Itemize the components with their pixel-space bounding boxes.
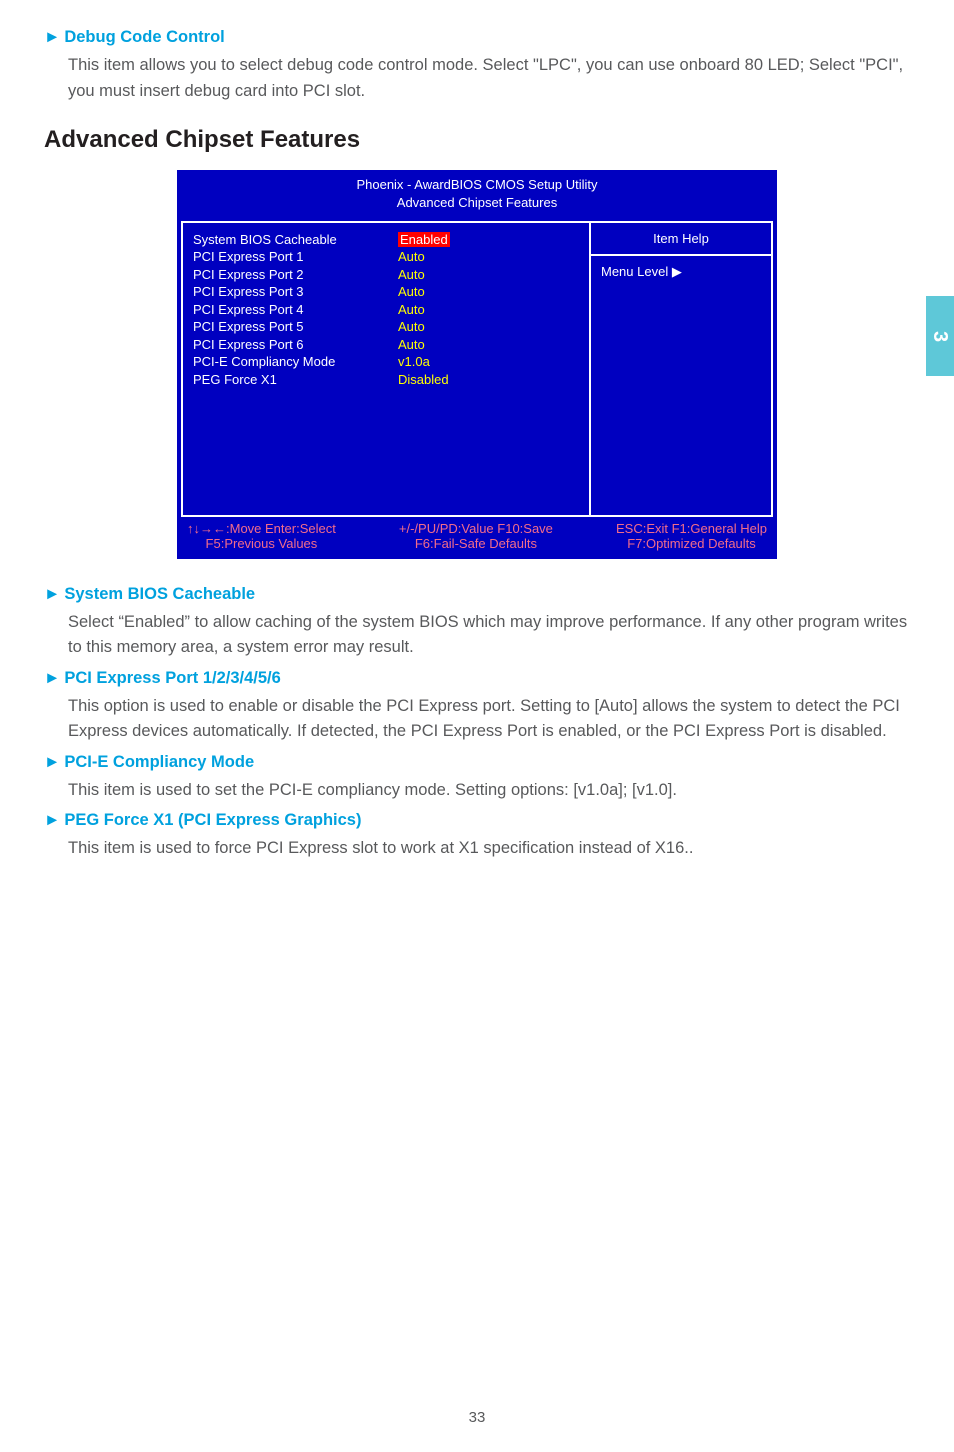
body-peg-force-x1: This item is used to force PCI Express s… [68,836,910,862]
heading-text: PCI-E Compliancy Mode [64,753,254,771]
bios-row-label: PCI Express Port 5 [193,318,398,336]
bios-row-value: v1.0a [398,353,430,371]
bios-right-panel: Item Help Menu Level ▶ [591,223,771,515]
bios-row-label: PCI Express Port 1 [193,248,398,266]
bios-row: PCI Express Port 1 Auto [193,248,579,266]
bios-row-label: System BIOS Cacheable [193,231,398,249]
heading-text: Debug Code Control [64,28,224,46]
bios-footer-text: ↑↓→←:Move Enter:Select [187,521,336,536]
bios-row-value: Auto [398,266,425,284]
bios-footer-text: ESC:Exit F1:General Help [616,521,767,536]
side-chapter-number: 3 [929,330,952,341]
bios-row-value: Auto [398,336,425,354]
bios-row-value: Disabled [398,371,449,389]
bios-footer-text: F5:Previous Values [187,536,336,551]
bios-title-line1: Phoenix - AwardBIOS CMOS Setup Utility [181,176,773,194]
bios-row-value: Enabled [398,231,450,249]
bios-row-label: PCI Express Port 4 [193,301,398,319]
bios-row-label: PCI Express Port 3 [193,283,398,301]
bios-row: PCI-E Compliancy Mode v1.0a [193,353,579,371]
heading-debug-code-control: ►Debug Code Control [44,28,910,47]
bios-left-panel: System BIOS Cacheable Enabled PCI Expres… [183,223,591,515]
heading-text: PCI Express Port 1/2/3/4/5/6 [64,669,280,687]
bios-footer: ↑↓→←:Move Enter:Select F5:Previous Value… [181,517,773,559]
bios-row: PCI Express Port 4 Auto [193,301,579,319]
body-pcie-compliancy: This item is used to set the PCI-E compl… [68,778,910,804]
side-chapter-tab: 3 [926,296,954,376]
bios-row: System BIOS Cacheable Enabled [193,231,579,249]
heading-pcie-compliancy: ►PCI-E Compliancy Mode [44,753,910,772]
bios-row: PCI Express Port 5 Auto [193,318,579,336]
bios-screenshot: Phoenix - AwardBIOS CMOS Setup Utility A… [177,170,777,558]
heading-system-bios-cacheable: ►System BIOS Cacheable [44,585,910,604]
bios-body: System BIOS Cacheable Enabled PCI Expres… [181,221,773,517]
bios-row-value: Auto [398,301,425,319]
bios-footer-text: +/-/PU/PD:Value F10:Save [399,521,553,536]
bios-footer-col: +/-/PU/PD:Value F10:Save F6:Fail-Safe De… [399,521,553,551]
bios-row: PEG Force X1 Disabled [193,371,579,389]
arrow-icon: ► [44,811,60,829]
body-pci-express-port: This option is used to enable or disable… [68,694,910,745]
arrow-icon: ► [44,669,60,687]
page-title: Advanced Chipset Features [44,126,910,154]
arrow-icon: ► [44,585,60,603]
bios-footer-text: F6:Fail-Safe Defaults [399,536,553,551]
bios-row-label: PEG Force X1 [193,371,398,389]
arrow-icon: ► [44,753,60,771]
bios-row-value: Auto [398,283,425,301]
heading-text: System BIOS Cacheable [64,585,255,603]
page-number: 33 [0,1409,954,1426]
bios-title-line2: Advanced Chipset Features [181,194,773,212]
bios-row: PCI Express Port 6 Auto [193,336,579,354]
bios-row-value: Auto [398,318,425,336]
body-system-bios-cacheable: Select “Enabled” to allow caching of the… [68,610,910,661]
arrow-icon: ► [44,28,60,46]
bios-row: PCI Express Port 3 Auto [193,283,579,301]
bios-row-value: Auto [398,248,425,266]
heading-text: PEG Force X1 (PCI Express Graphics) [64,811,361,829]
bios-footer-col: ESC:Exit F1:General Help F7:Optimized De… [616,521,767,551]
bios-row: PCI Express Port 2 Auto [193,266,579,284]
bios-value-highlight: Enabled [398,232,450,247]
body-debug-code-control: This item allows you to select debug cod… [68,53,910,104]
heading-peg-force-x1: ►PEG Force X1 (PCI Express Graphics) [44,811,910,830]
bios-footer-text: F7:Optimized Defaults [616,536,767,551]
bios-row-label: PCI-E Compliancy Mode [193,353,398,371]
bios-title: Phoenix - AwardBIOS CMOS Setup Utility A… [177,170,777,220]
bios-row-label: PCI Express Port 6 [193,336,398,354]
bios-menu-level: Menu Level ▶ [591,256,771,515]
bios-item-help: Item Help [591,223,771,256]
heading-pci-express-port: ►PCI Express Port 1/2/3/4/5/6 [44,669,910,688]
bios-row-label: PCI Express Port 2 [193,266,398,284]
bios-footer-col: ↑↓→←:Move Enter:Select F5:Previous Value… [187,521,336,551]
